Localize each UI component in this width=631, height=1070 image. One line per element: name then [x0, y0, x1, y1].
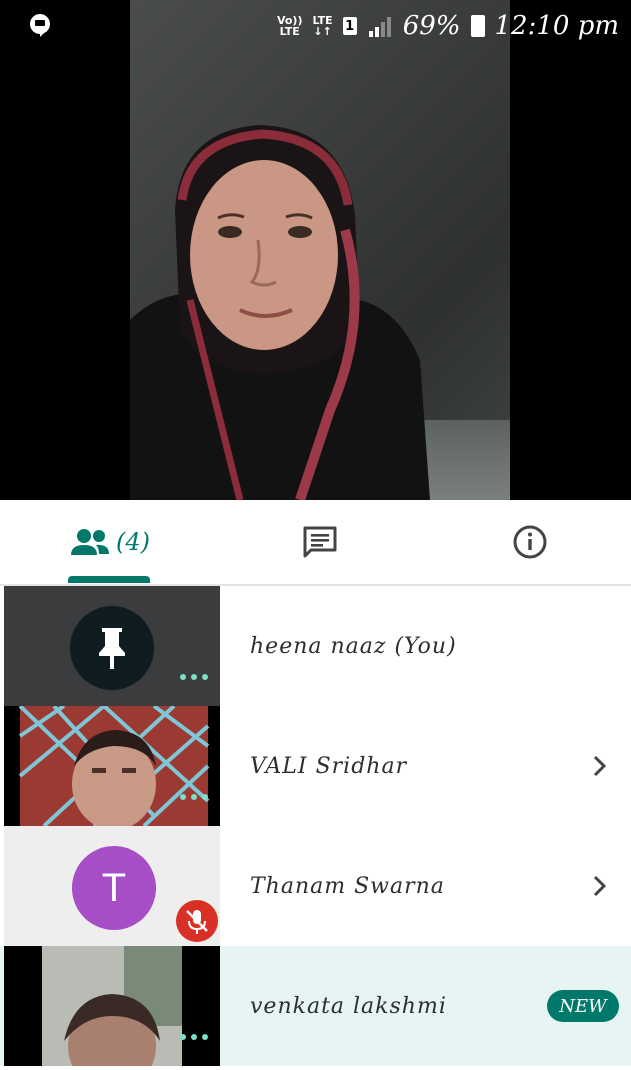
- participant-name: VALI Sridhar: [250, 753, 408, 779]
- people-icon: [71, 529, 109, 555]
- battery-icon: [470, 15, 485, 37]
- new-badge: NEW: [547, 990, 619, 1022]
- avatar: T: [72, 846, 156, 930]
- participant-row[interactable]: venkata lakshmi NEW: [0, 946, 631, 1066]
- hangouts-meet-notification-icon: [29, 14, 50, 37]
- volte-indicator: Vo)) LTE: [276, 14, 303, 38]
- chat-icon: [303, 526, 337, 558]
- mic-off-icon: [186, 910, 208, 934]
- more-options-icon[interactable]: [180, 1034, 208, 1040]
- tab-chat[interactable]: [250, 500, 390, 584]
- participant-video-thumbnail: [4, 706, 220, 826]
- participant-count: (4): [116, 528, 150, 556]
- more-options-icon[interactable]: [180, 674, 208, 680]
- lte-indicator: LTE ↓↑: [312, 14, 333, 38]
- participant-row[interactable]: heena naaz (You): [0, 586, 631, 706]
- participant-thumbnail: [4, 586, 220, 706]
- tab-bar: (4): [0, 500, 631, 586]
- mic-off-indicator: [176, 900, 218, 942]
- participant-thumbnail: [4, 946, 220, 1066]
- participant-name: venkata lakshmi: [250, 993, 447, 1019]
- chevron-right-icon[interactable]: [585, 872, 613, 900]
- participant-thumbnail: T: [4, 826, 220, 946]
- tab-people[interactable]: (4): [40, 500, 180, 584]
- more-options-icon[interactable]: [180, 794, 208, 800]
- participant-row[interactable]: T Thanam Swarna: [0, 826, 631, 946]
- pin-button[interactable]: [70, 606, 154, 690]
- participant-row[interactable]: VALI Sridhar: [0, 706, 631, 826]
- pin-icon: [99, 628, 125, 669]
- participant-video-thumbnail: [4, 946, 220, 1066]
- participant-list: heena naaz (You) VALI Sridhar T Thanam S…: [0, 586, 631, 1070]
- battery-percentage: 69%: [402, 11, 461, 41]
- main-video[interactable]: Vo)) LTE LTE ↓↑ 1 69% 12:10 pm: [0, 0, 631, 500]
- clock: 12:10 pm: [494, 11, 620, 41]
- signal-strength-icon: [368, 17, 391, 37]
- tab-info[interactable]: [460, 500, 600, 584]
- participant-thumbnail: [4, 706, 220, 826]
- chevron-right-icon[interactable]: [585, 752, 613, 780]
- participant-name: Thanam Swarna: [250, 873, 445, 899]
- participant-video-feed: [130, 125, 430, 500]
- info-icon: [513, 525, 547, 559]
- meet-call-screen: Vo)) LTE LTE ↓↑ 1 69% 12:10 pm (4) heena…: [0, 0, 631, 1070]
- sim-indicator: 1: [342, 17, 357, 35]
- status-bar: Vo)) LTE LTE ↓↑ 1 69% 12:10 pm: [0, 0, 631, 52]
- active-tab-indicator: [68, 576, 150, 583]
- participant-name: heena naaz (You): [250, 633, 457, 659]
